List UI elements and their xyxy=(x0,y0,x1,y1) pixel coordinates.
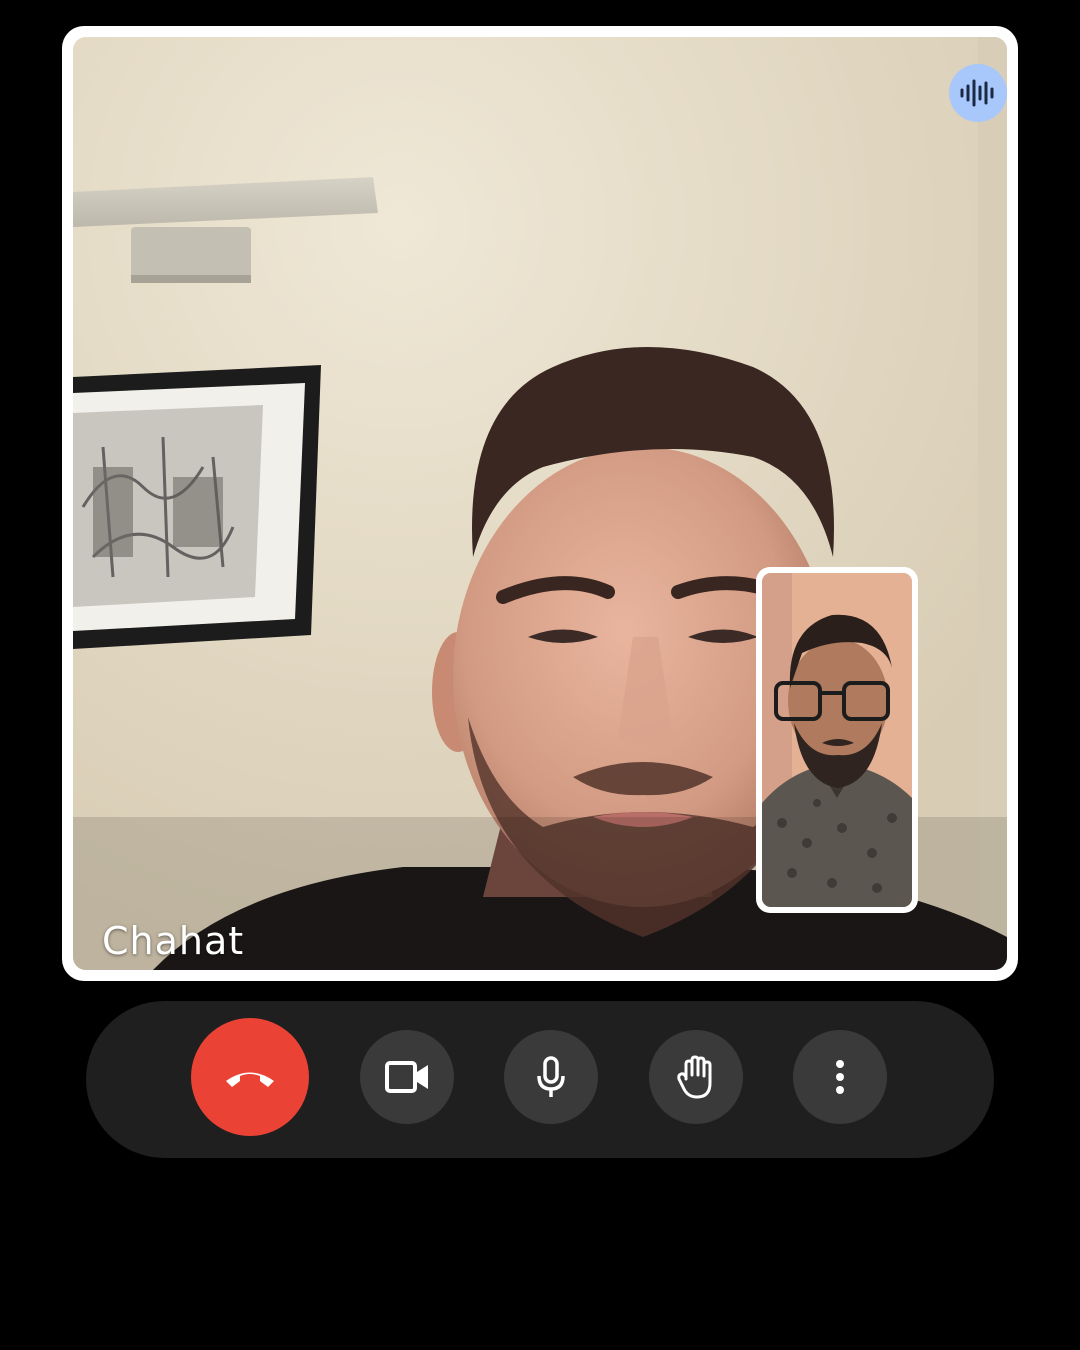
audio-waveform-icon xyxy=(949,64,1007,122)
microphone-button[interactable] xyxy=(504,1030,598,1124)
call-control-bar xyxy=(86,1001,994,1158)
phone-hangup-icon xyxy=(226,1072,274,1087)
more-options-button[interactable] xyxy=(793,1030,887,1124)
more-vertical-icon xyxy=(836,1060,844,1094)
video-camera-icon xyxy=(385,1061,428,1093)
raise-hand-button[interactable] xyxy=(649,1030,743,1124)
participant-name-label: Chahat xyxy=(102,919,245,963)
camera-button[interactable] xyxy=(360,1030,454,1124)
microphone-icon xyxy=(537,1056,565,1097)
hand-icon xyxy=(677,1055,712,1099)
self-view-tile[interactable] xyxy=(756,567,918,913)
video-call-screen: Chahat xyxy=(0,0,1080,1350)
self-view-video xyxy=(762,573,912,907)
end-call-button[interactable] xyxy=(191,1018,309,1136)
